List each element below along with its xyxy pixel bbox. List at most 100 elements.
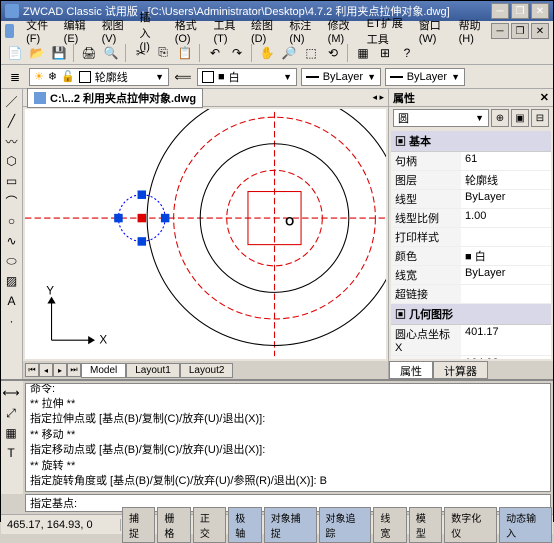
doc-minimize-button[interactable]: ─ <box>491 23 509 39</box>
prop-row[interactable]: 打印样式 <box>391 228 551 247</box>
spline-icon[interactable]: ∿ <box>2 231 22 251</box>
lineweight-selector[interactable]: ByLayer ▼ <box>385 68 465 86</box>
selection-combo[interactable]: 圆 ▼ <box>393 109 489 127</box>
tab-layout1[interactable]: Layout1 <box>126 363 180 378</box>
status-toggle[interactable]: 数字化仪 <box>444 507 497 543</box>
color-selector[interactable]: ■白 ▼ <box>197 68 297 86</box>
status-toggle[interactable]: 栅格 <box>157 507 190 543</box>
ellipse-icon[interactable]: ⬭ <box>2 251 22 271</box>
tab-next-icon[interactable]: ▸ <box>53 363 67 377</box>
prop-group-header[interactable]: ▣ 基本 <box>391 131 551 152</box>
tab-nav[interactable]: ◂ ▸ <box>372 92 384 103</box>
point-icon[interactable]: · <box>2 311 22 331</box>
props-icon[interactable]: ▦ <box>353 43 373 63</box>
preview-icon[interactable]: 🔍 <box>101 43 121 63</box>
prop-value[interactable]: 1.00 <box>461 209 551 227</box>
redo-icon[interactable]: ↷ <box>227 43 247 63</box>
status-toggle[interactable]: 正交 <box>193 507 226 543</box>
status-toggle[interactable]: 动态输入 <box>499 507 552 543</box>
pline-icon[interactable]: 〰 <box>2 131 22 151</box>
paste-icon[interactable]: 📋 <box>175 43 195 63</box>
prop-value[interactable]: 轮廓线 <box>461 171 551 189</box>
arc-icon[interactable]: ⌒ <box>2 191 22 211</box>
tab-layout2[interactable]: Layout2 <box>180 363 234 378</box>
zoom-window-icon[interactable]: ⬚ <box>301 43 321 63</box>
dim-aligned-icon[interactable]: ⤢ <box>1 403 21 423</box>
prop-value[interactable]: 401.17 <box>461 325 551 355</box>
prop-value[interactable]: 164.93 <box>461 356 551 359</box>
prop-row[interactable]: 颜色■ 白 <box>391 247 551 266</box>
design-center-icon[interactable]: ⊞ <box>375 43 395 63</box>
tab-first-icon[interactable]: ⏮ <box>25 363 39 377</box>
statusbar: 465.17, 164.93, 0 捕捉栅格正交极轴对象捕捉对象追踪线宽模型数字… <box>1 514 553 534</box>
close-button[interactable]: ✕ <box>531 3 549 19</box>
pan-icon[interactable]: ✋ <box>257 43 277 63</box>
zoom-prev-icon[interactable]: ⟲ <box>323 43 343 63</box>
toggle-pickadd-icon[interactable]: ⊟ <box>531 109 549 127</box>
maximize-button[interactable]: ❐ <box>511 3 529 19</box>
minimize-button[interactable]: ─ <box>491 3 509 19</box>
rect-icon[interactable]: ▭ <box>2 171 22 191</box>
circle-icon[interactable]: ○ <box>2 211 22 231</box>
quick-select-icon[interactable]: ⊕ <box>491 109 509 127</box>
status-toggle[interactable]: 模型 <box>409 507 442 543</box>
status-toggle[interactable]: 捕捉 <box>122 507 155 543</box>
prop-value[interactable] <box>461 285 551 303</box>
prop-group-header[interactable]: ▣ 几何图形 <box>391 304 551 325</box>
cut-icon[interactable]: ✂ <box>131 43 151 63</box>
copy-icon[interactable]: ⎘ <box>153 43 173 63</box>
log-line: ** 旋转 ** <box>30 459 546 474</box>
save-icon[interactable]: 💾 <box>49 43 69 63</box>
linetype-selector[interactable]: ByLayer ▼ <box>301 68 381 86</box>
tab-model[interactable]: Model <box>81 363 126 378</box>
layer-prev-icon[interactable]: ⟸ <box>173 67 193 87</box>
status-toggle[interactable]: 极轴 <box>228 507 261 543</box>
mtext-icon[interactable]: T <box>1 443 21 463</box>
zoom-icon[interactable]: 🔎 <box>279 43 299 63</box>
prop-row[interactable]: 图层轮廓线 <box>391 171 551 190</box>
prop-row[interactable]: 线型ByLayer <box>391 190 551 209</box>
prop-value[interactable]: ByLayer <box>461 266 551 284</box>
status-toggle[interactable]: 对象追踪 <box>319 507 372 543</box>
tab-properties[interactable]: 属性 <box>389 361 433 379</box>
xline-icon[interactable]: ╱ <box>2 111 22 131</box>
select-objects-icon[interactable]: ▣ <box>511 109 529 127</box>
table-icon[interactable]: ▦ <box>1 423 21 443</box>
prop-row[interactable]: 句柄61 <box>391 152 551 171</box>
polygon-icon[interactable]: ⬡ <box>2 151 22 171</box>
menu-help[interactable]: 帮助(H) <box>453 15 489 47</box>
prop-value[interactable]: ■ 白 <box>461 247 551 265</box>
undo-icon[interactable]: ↶ <box>205 43 225 63</box>
prop-value[interactable]: 61 <box>461 152 551 170</box>
prop-value[interactable] <box>461 228 551 246</box>
new-icon[interactable]: 📄 <box>5 43 25 63</box>
dim-linear-icon[interactable]: ⟷ <box>1 383 21 403</box>
open-icon[interactable]: 📂 <box>27 43 47 63</box>
tab-calculator[interactable]: 计算器 <box>433 361 488 379</box>
drawing-canvas[interactable]: O X Y <box>25 109 386 359</box>
tab-last-icon[interactable]: ⏭ <box>67 363 81 377</box>
layer-manager-icon[interactable]: ≣ <box>5 67 25 87</box>
prop-row[interactable]: 线宽ByLayer <box>391 266 551 285</box>
doc-close-button[interactable]: ✕ <box>531 23 549 39</box>
panel-close-icon[interactable]: ✕ <box>540 91 549 104</box>
prop-row[interactable]: 圆心点坐标 Y164.93 <box>391 356 551 359</box>
hatch-icon[interactable]: ▨ <box>2 271 22 291</box>
doc-maximize-button[interactable]: ❐ <box>511 23 529 39</box>
prop-row[interactable]: 超链接 <box>391 285 551 304</box>
tab-prev-icon[interactable]: ◂ <box>39 363 53 377</box>
command-log[interactable]: 命令:另一角点:命令:另一角点:命令:** 拉伸 **指定拉伸点或 [基点(B)… <box>25 383 551 492</box>
coordinates[interactable]: 465.17, 164.93, 0 <box>1 519 121 531</box>
document-tab[interactable]: C:\...2 利用夹点拉伸对象.dwg <box>27 88 203 108</box>
status-toggle[interactable]: 线宽 <box>373 507 406 543</box>
help-icon[interactable]: ? <box>397 43 417 63</box>
print-icon[interactable]: 🖨 <box>79 43 99 63</box>
text-icon[interactable]: A <box>2 291 22 311</box>
prop-value[interactable]: ByLayer <box>461 190 551 208</box>
status-toggle[interactable]: 对象捕捉 <box>264 507 317 543</box>
menu-window[interactable]: 窗口(W) <box>413 15 451 47</box>
prop-row[interactable]: 线型比例1.00 <box>391 209 551 228</box>
line-icon[interactable]: ／ <box>2 91 22 111</box>
layer-selector[interactable]: ☀❄🔓 轮廓线 ▼ <box>29 68 169 86</box>
prop-row[interactable]: 圆心点坐标 X401.17 <box>391 325 551 356</box>
